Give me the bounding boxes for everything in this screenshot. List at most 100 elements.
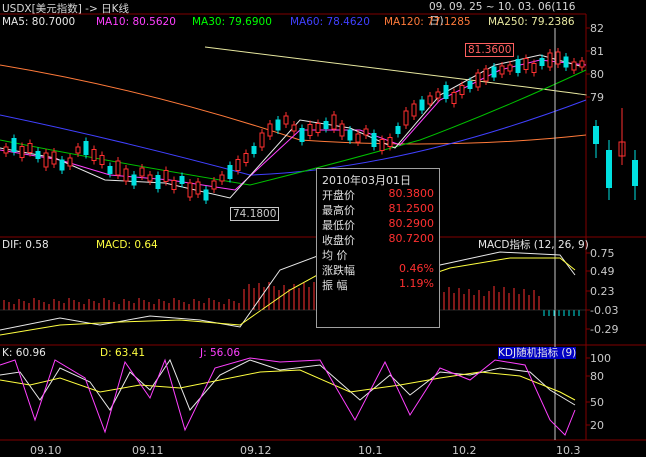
j-label: J: 56.06 (200, 347, 241, 359)
candle-body (315, 123, 321, 133)
candle-body (27, 143, 33, 153)
x-axis-tick: 09.11 (132, 444, 164, 457)
kdj-k-line (0, 358, 576, 411)
kdj-axis-tick: 100 (590, 352, 611, 365)
kdj-indicator-title[interactable]: KDJ随机指标 (9) (498, 347, 577, 359)
candle-body (475, 72, 481, 88)
tooltip-row: 最低价 80.2900 (322, 217, 434, 232)
candle-body (35, 151, 41, 159)
candle-body (67, 157, 73, 167)
tooltip-date: 2010年03月01日 (322, 174, 411, 187)
candle-body (363, 128, 369, 136)
candle-body (59, 159, 65, 171)
candle-body (307, 124, 313, 136)
candle-body (507, 64, 513, 72)
tooltip-row: 最高价 81.2500 (322, 202, 434, 217)
x-axis-tick: 10.2 (452, 444, 477, 457)
macd-histogram (3, 282, 580, 316)
candle-body (283, 115, 289, 125)
main-axis-tick: 82 (590, 22, 604, 35)
candle-body (299, 128, 305, 142)
high-marker: 81.3600 (465, 43, 515, 57)
tooltip-row: 涨跌幅 0.46% (322, 262, 434, 277)
tooltip-row: 收盘价 80.7200 (322, 232, 434, 247)
candle-body (339, 123, 345, 137)
ma250-line (204, 46, 587, 96)
macd-axis-tick: 0.23 (590, 285, 615, 298)
macd-label: MACD: 0.64 (96, 239, 158, 251)
macd-axis-tick: -0.03 (590, 304, 619, 317)
candle-body (539, 58, 545, 66)
candle-body (275, 119, 281, 131)
candle-body (83, 141, 89, 155)
x-axis-tick: 10.3 (556, 444, 581, 457)
main-axis-tick: 81 (590, 45, 604, 58)
candle-body (251, 146, 257, 154)
candle-body (419, 99, 425, 111)
kdj-axis-tick: 50 (590, 396, 604, 409)
candle-body (459, 85, 465, 95)
candle-body (163, 170, 169, 182)
candle-body (107, 166, 113, 174)
candle-body (531, 63, 537, 73)
candle-body (451, 92, 457, 104)
kdj-axis-tick: 80 (590, 370, 604, 383)
candle-body (267, 123, 273, 137)
candle-body (99, 155, 105, 165)
x-axis-tick: 09.12 (240, 444, 272, 457)
x-axis-tick: 10.1 (358, 444, 383, 457)
candle-body (179, 176, 185, 184)
candle-body (147, 174, 153, 182)
candle-body (187, 182, 193, 198)
candle-body (347, 129, 353, 141)
candle-body (3, 146, 9, 154)
candle-body (259, 132, 265, 148)
candle-body (331, 114, 337, 130)
candle-body (195, 181, 201, 195)
candle-body (571, 61, 577, 71)
candle-body (515, 59, 521, 73)
candle-body (91, 149, 97, 161)
candle-body (11, 138, 17, 152)
candle-body (227, 165, 233, 179)
macd-axis-tick: 0.49 (590, 265, 615, 278)
candle-body (355, 133, 361, 143)
x-axis-tick: 09.10 (30, 444, 62, 457)
candle-body (579, 60, 585, 68)
candle-body (211, 180, 217, 190)
macd-axis-tick: 0.75 (590, 247, 615, 260)
candle-body (235, 159, 241, 171)
tooltip-row: 振 幅 1.19% (322, 277, 434, 292)
candle-body (371, 133, 377, 147)
candle-body (499, 65, 505, 75)
candle-body (411, 103, 417, 117)
candle-body (491, 66, 497, 78)
candle-body (131, 174, 137, 186)
low-marker: 74.1800 (230, 207, 280, 221)
candle-body (379, 139, 385, 151)
candle-body (555, 51, 561, 65)
candle-body (155, 175, 161, 189)
candle-body (43, 152, 49, 168)
candle-body (435, 91, 441, 99)
tooltip-row: 均 价 (322, 249, 348, 262)
candle-body (483, 68, 489, 82)
macd-axis-tick: -0.29 (590, 323, 619, 336)
candle-body (563, 56, 569, 68)
candle-body (219, 174, 225, 182)
candle-body (523, 58, 529, 70)
candle-body (123, 168, 129, 182)
dif-label: DIF: 0.58 (2, 239, 49, 251)
d-label: D: 63.41 (100, 347, 146, 359)
k-label: K: 60.96 (2, 347, 46, 359)
tooltip-row: 开盘价 80.3800 (322, 187, 434, 202)
candle-body (171, 180, 177, 190)
candle-body (395, 126, 401, 134)
kdj-axis-tick: 20 (590, 419, 604, 432)
price-tooltip: 2010年03月01日 开盘价 80.3800 最高价 81.2500 最低价 80.… (316, 168, 440, 328)
candle-body (467, 81, 473, 89)
macd-indicator-title[interactable]: MACD指标 (12, 26, 9) (478, 239, 589, 251)
candle-body (291, 124, 297, 132)
candle-body (323, 121, 329, 129)
candle-body (443, 85, 449, 99)
